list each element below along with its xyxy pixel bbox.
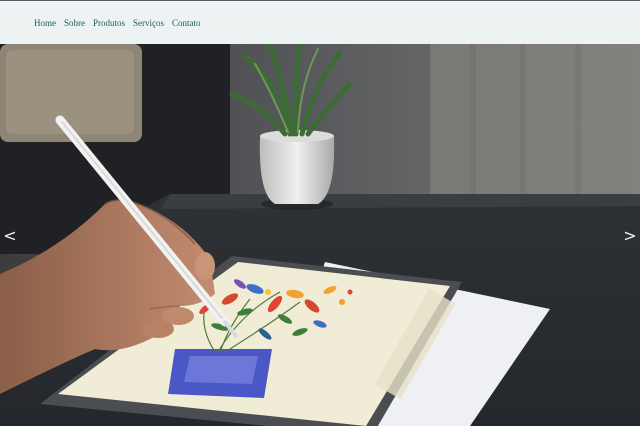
plant-pot xyxy=(259,136,335,204)
nav-link-home[interactable]: Home xyxy=(34,18,56,28)
chevron-left-icon[interactable]: < xyxy=(0,222,20,248)
hero-slider: < > xyxy=(0,44,640,426)
page: Home Sobre Produtos Serviços Contato < > xyxy=(0,0,640,426)
hero-slide-image xyxy=(0,44,640,426)
nav-link-sobre[interactable]: Sobre xyxy=(64,18,85,28)
nav-link-contato[interactable]: Contato xyxy=(172,18,201,28)
nav-link-servicos[interactable]: Serviços xyxy=(133,18,164,28)
nav-link-produtos[interactable]: Produtos xyxy=(93,18,125,28)
chevron-right-icon[interactable]: > xyxy=(620,222,640,248)
top-navbar: Home Sobre Produtos Serviços Contato xyxy=(0,0,640,44)
